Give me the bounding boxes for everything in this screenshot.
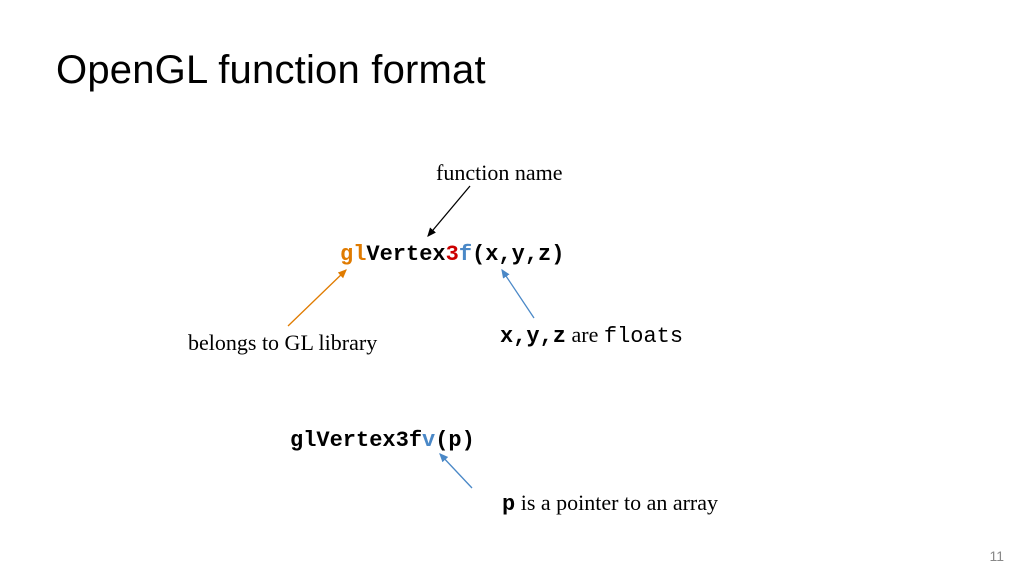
code2-args: (p) — [435, 428, 475, 453]
code2-v: v — [422, 428, 435, 453]
page-number: 11 — [989, 548, 1004, 564]
slide: OpenGL function format function name glV… — [0, 0, 1024, 576]
label-function-name: function name — [436, 160, 562, 186]
code-glvertex3f-xyz: glVertex3f(x,y,z) — [340, 242, 564, 267]
code-three: 3 — [446, 242, 459, 267]
code-gl: gl — [340, 242, 366, 267]
arrow-xyz — [502, 270, 534, 318]
code-vertex: Vertex — [366, 242, 445, 267]
arrow-function-name — [428, 186, 470, 236]
arrow-p — [440, 454, 472, 488]
code2-prefix: glVertex3f — [290, 428, 422, 453]
label-xyz-floats: floats — [604, 324, 683, 349]
code-glvertex3fv-p: glVertex3fv(p) — [290, 428, 475, 453]
slide-title: OpenGL function format — [56, 48, 486, 93]
label-p: p is a pointer to an array — [502, 490, 718, 517]
label-p-bold: p — [502, 492, 515, 517]
label-belongs: belongs to GL library — [188, 330, 377, 356]
label-xyz-bold: x,y,z — [500, 324, 566, 349]
label-xyz-are: are — [566, 322, 604, 347]
label-p-rest: is a pointer to an array — [515, 490, 718, 515]
label-xyz: x,y,z are floats — [500, 322, 683, 349]
arrow-belongs — [288, 270, 346, 326]
code-f: f — [459, 242, 472, 267]
code-args: (x,y,z) — [472, 242, 564, 267]
